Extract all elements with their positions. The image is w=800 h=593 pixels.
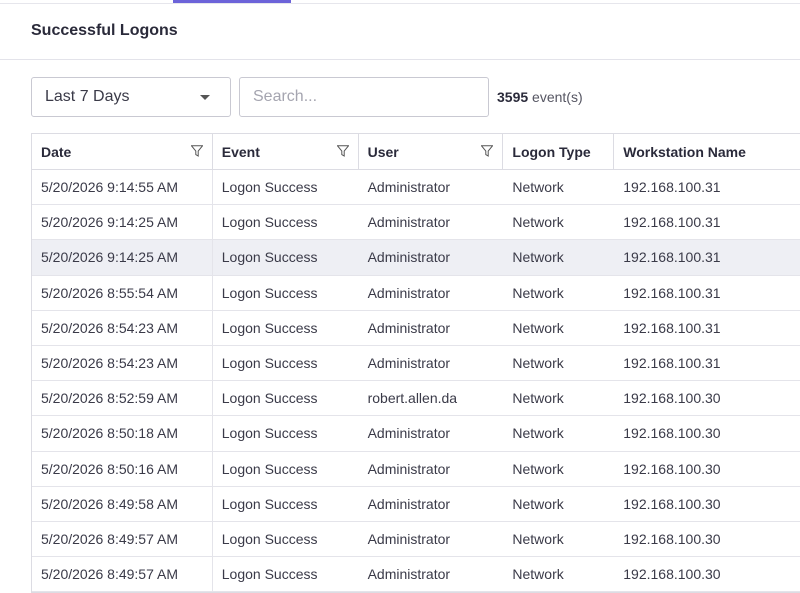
event-cell: Logon Success	[221, 319, 318, 336]
workstation-cell: 192.168.100.30	[623, 530, 721, 547]
event-cell: Logon Success	[221, 355, 318, 372]
workstation-cell: 192.168.100.31	[623, 179, 721, 196]
event-cell: Logon Success	[221, 495, 318, 512]
filter-funnel-icon[interactable]	[190, 145, 203, 157]
workstation-cell: 192.168.100.31	[623, 249, 721, 266]
date-cell: 5/20/2026 8:49:57 AM	[32, 557, 213, 592]
event-count-suffix: event(s)	[528, 89, 583, 105]
event-count-number: 3595	[497, 89, 529, 105]
logon-type-cell: Network	[512, 460, 564, 477]
user-cell: Administrator	[367, 355, 451, 372]
event-cell: Logon Success	[221, 249, 318, 266]
table-row[interactable]: 5/20/2026 8:49:58 AM Logon Success Adminis…	[32, 486, 800, 522]
date-cell: 5/20/2026 8:49:57 AM	[32, 521, 213, 557]
date-cell: 5/20/2026 8:54:23 AM	[32, 310, 213, 345]
column-header-label: Event	[221, 144, 260, 160]
table-row[interactable]: 5/20/2026 8:52:59 AM Logon Success robert.…	[32, 381, 800, 417]
column-header-event[interactable]: Event	[213, 134, 359, 170]
logon-type-cell: Network	[512, 425, 564, 442]
logon-type-cell: Network	[512, 319, 564, 336]
workstation-cell: 192.168.100.30	[623, 460, 721, 477]
logon-type-cell: Network	[512, 214, 564, 231]
table-row[interactable]: 5/20/2026 8:54:23 AM Logon Success Adminis…	[32, 345, 800, 382]
page-title: Successful Logons	[31, 22, 178, 39]
logon-type-cell: Network	[512, 179, 564, 196]
table-row[interactable]: 5/20/2026 9:14:55 AM Logon Success Adminis…	[32, 170, 800, 206]
logon-type-cell: Network	[512, 530, 564, 547]
table-header: Date Event User Logon Type Workstation N…	[32, 134, 800, 170]
event-cell: Logon Success	[221, 214, 318, 231]
date-cell: 5/20/2026 8:52:59 AM	[32, 381, 213, 416]
user-cell: robert.allen.da	[367, 390, 458, 407]
user-cell: Administrator	[367, 249, 451, 266]
user-cell: Administrator	[367, 284, 451, 301]
user-cell: Administrator	[367, 214, 451, 231]
logons-table: Date Event User Logon Type Workstation N…	[31, 133, 800, 593]
logon-type-cell: Network	[512, 249, 564, 266]
logon-type-cell: Network	[512, 390, 564, 407]
user-cell: Administrator	[367, 566, 451, 583]
event-cell: Logon Success	[221, 425, 318, 442]
date-cell: 5/20/2026 8:50:18 AM	[32, 416, 213, 451]
event-count: 3595 event(s)	[497, 89, 583, 105]
workstation-cell: 192.168.100.31	[623, 214, 721, 231]
column-header-label: Workstation Name	[623, 144, 746, 160]
chevron-down-icon	[200, 95, 210, 100]
event-cell: Logon Success	[221, 566, 318, 583]
workstation-cell: 192.168.100.31	[623, 284, 721, 301]
event-cell: Logon Success	[221, 179, 318, 196]
user-cell: Administrator	[367, 460, 451, 477]
column-header-user[interactable]: User	[359, 134, 504, 170]
date-cell: 5/20/2026 8:50:16 AM	[32, 451, 213, 486]
table-row[interactable]: 5/20/2026 8:49:57 AM Logon Success Adminis…	[32, 521, 800, 558]
table-row[interactable]: 5/20/2026 8:49:57 AM Logon Success Adminis…	[32, 557, 800, 592]
table-row[interactable]: 5/20/2026 9:14:25 AM Logon Success Adminis…	[32, 205, 800, 241]
column-header-label: User	[367, 144, 399, 160]
logon-type-cell: Network	[512, 566, 564, 583]
logon-type-cell: Network	[512, 355, 564, 372]
user-cell: Administrator	[367, 179, 451, 196]
logon-type-cell: Network	[512, 495, 564, 512]
active-tab-indicator	[173, 0, 291, 3]
search-input[interactable]	[239, 77, 489, 117]
workstation-cell: 192.168.100.30	[623, 566, 721, 583]
filter-funnel-icon[interactable]	[336, 145, 349, 157]
column-header-label: Date	[41, 144, 72, 160]
workstation-cell: 192.168.100.30	[623, 390, 721, 407]
table-row[interactable]: 5/20/2026 8:55:54 AM Logon Success Adminis…	[32, 275, 800, 311]
date-range-value: Last 7 Days	[45, 88, 130, 105]
workstation-cell: 192.168.100.31	[623, 319, 721, 336]
table-row[interactable]: 5/20/2026 8:50:16 AM Logon Success Adminis…	[32, 451, 800, 487]
workstation-cell: 192.168.100.31	[623, 355, 721, 372]
event-cell: Logon Success	[221, 530, 318, 547]
workstation-cell: 192.168.100.30	[623, 495, 721, 512]
user-cell: Administrator	[367, 495, 451, 512]
table-row[interactable]: 5/20/2026 9:14:25 AM Logon Success Adminis…	[32, 240, 800, 276]
workstation-cell: 192.168.100.30	[623, 425, 721, 442]
logon-type-cell: Network	[512, 284, 564, 301]
date-cell: 5/20/2026 9:14:25 AM	[32, 205, 213, 240]
event-cell: Logon Success	[221, 390, 318, 407]
table-row[interactable]: 5/20/2026 8:54:23 AM Logon Success Adminis…	[32, 310, 800, 346]
date-cell: 5/20/2026 8:49:58 AM	[32, 486, 213, 521]
column-header-label: Logon Type	[512, 144, 591, 160]
column-header-workstation-name[interactable]: Workstation Name	[614, 134, 800, 170]
date-cell: 5/20/2026 8:55:54 AM	[32, 275, 213, 310]
table-row[interactable]: 5/20/2026 8:50:18 AM Logon Success Adminis…	[32, 416, 800, 452]
date-cell: 5/20/2026 9:14:25 AM	[32, 240, 213, 275]
user-cell: Administrator	[367, 530, 451, 547]
event-cell: Logon Success	[221, 284, 318, 301]
title-bar: Successful Logons	[0, 4, 800, 60]
column-header-date[interactable]: Date	[32, 134, 213, 170]
column-header-logon-type[interactable]: Logon Type	[503, 134, 615, 170]
filter-funnel-icon[interactable]	[481, 145, 494, 157]
event-cell: Logon Success	[221, 460, 318, 477]
date-range-select[interactable]: Last 7 Days	[31, 77, 231, 117]
user-cell: Administrator	[367, 319, 451, 336]
user-cell: Administrator	[367, 425, 451, 442]
date-cell: 5/20/2026 9:14:55 AM	[32, 170, 213, 205]
date-cell: 5/20/2026 8:54:23 AM	[32, 345, 213, 381]
table-body: 5/20/2026 9:14:55 AM Logon Success Adminis…	[32, 170, 800, 592]
